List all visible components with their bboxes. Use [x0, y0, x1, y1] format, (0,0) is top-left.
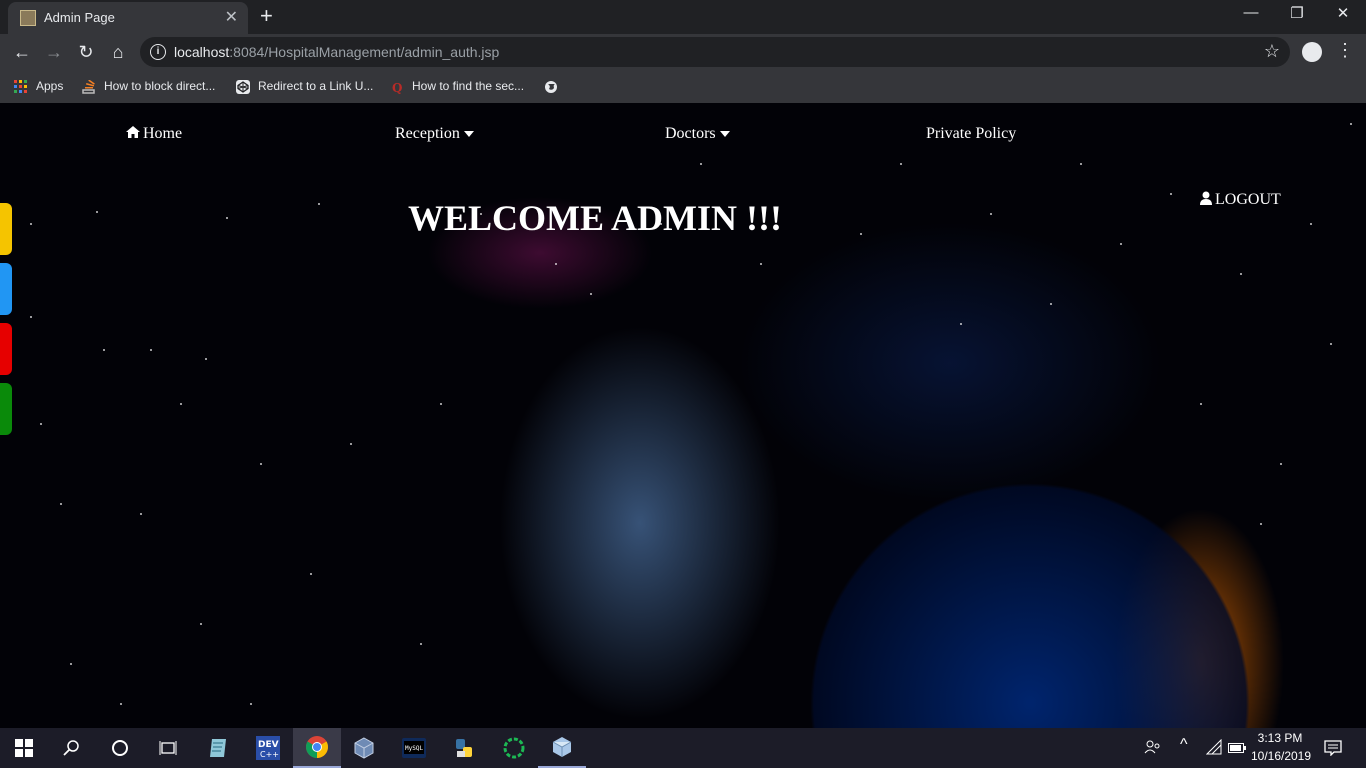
new-tab-button[interactable]: + — [260, 4, 273, 28]
svg-text:Q: Q — [392, 81, 402, 94]
stackoverflow-icon — [82, 79, 95, 94]
notification-center-icon[interactable] — [1324, 740, 1342, 761]
bookmark-redirect-link[interactable]: Redirect to a Link U... — [236, 77, 373, 95]
address-bar[interactable]: i localhost:8084/HospitalManagement/admi… — [140, 37, 1290, 67]
clock-date[interactable]: 10/16/2019 — [1250, 749, 1312, 763]
page-favicon-icon — [20, 10, 36, 26]
tab-close-icon[interactable]: ✕ — [225, 7, 238, 27]
url-host: localhost — [174, 44, 230, 60]
browser-tab[interactable]: Admin Page ✕ — [8, 2, 248, 34]
nav-reception-label: Reception — [395, 125, 460, 142]
windows-taskbar: DEV C++ MySQL ^ 3:13 PM 10/16/2019 — [0, 728, 1366, 768]
home-icon — [126, 126, 140, 139]
globe-icon — [545, 80, 557, 93]
home-button-icon[interactable]: ⌂ — [106, 40, 130, 64]
side-tab-blue[interactable] — [0, 263, 12, 315]
url-path: :8084/HospitalManagement/admin_auth.jsp — [229, 44, 500, 60]
tab-strip: Admin Page ✕ + — ❐ ✕ — [0, 0, 1366, 34]
wifi-icon[interactable] — [1205, 738, 1222, 760]
bookmark-globe[interactable] — [544, 77, 566, 95]
restore-button[interactable]: ❐ — [1274, 4, 1320, 22]
taskbar-virtualbox[interactable] — [340, 728, 388, 768]
nav-reception[interactable]: Reception — [395, 125, 474, 143]
cortana-button[interactable] — [96, 728, 144, 768]
close-window-button[interactable]: ✕ — [1320, 4, 1366, 22]
svg-text:DEV: DEV — [258, 740, 279, 750]
bookmark-label: Redirect to a Link U... — [258, 79, 374, 93]
chevron-up-icon[interactable]: ^ — [1180, 736, 1188, 754]
nav-home[interactable]: Home — [126, 125, 182, 143]
search-icon — [63, 740, 79, 756]
bookmark-apps[interactable]: Apps — [14, 77, 63, 95]
bookmarks-bar: Apps How to block direct... Redirect to … — [0, 70, 1366, 104]
bookmark-star-icon[interactable]: ☆ — [1264, 41, 1280, 62]
codepen-icon — [236, 79, 250, 94]
taskbar-chrome[interactable] — [293, 728, 341, 768]
task-view-icon — [159, 741, 177, 755]
taskbar-cube-app[interactable] — [538, 728, 586, 768]
minimize-button[interactable]: — — [1228, 4, 1274, 21]
profile-avatar-icon[interactable] — [1302, 42, 1322, 62]
python-icon — [456, 739, 472, 757]
side-tab-red[interactable] — [0, 323, 12, 375]
virtualbox-icon — [354, 737, 374, 759]
cortana-icon — [112, 740, 128, 756]
side-tab-yellow[interactable] — [0, 203, 12, 255]
tab-title: Admin Page — [44, 10, 115, 25]
chevron-down-icon — [463, 131, 474, 138]
browser-chrome: Admin Page ✕ + — ❐ ✕ ← → ↻ ⌂ i localhost… — [0, 0, 1366, 104]
nav-policy-label: Private Policy — [926, 125, 1017, 142]
battery-icon[interactable] — [1228, 741, 1246, 759]
reload-icon[interactable]: ↻ — [74, 40, 98, 64]
page-body: Home Reception Doctors Private Policy WE… — [0, 103, 1366, 728]
start-icon — [15, 739, 33, 757]
bookmark-label: How to find the sec... — [412, 79, 525, 93]
quora-icon: Q — [392, 81, 402, 94]
taskbar-python[interactable] — [440, 728, 488, 768]
site-info-icon[interactable]: i — [150, 44, 166, 60]
url-text: localhost:8084/HospitalManagement/admin_… — [174, 44, 499, 60]
cube-icon — [552, 737, 572, 757]
clock-time[interactable]: 3:13 PM — [1252, 731, 1308, 745]
nav-home-label: Home — [143, 125, 183, 142]
people-icon[interactable] — [1144, 738, 1162, 761]
start-button[interactable] — [0, 728, 48, 768]
spinner-icon — [503, 737, 525, 759]
bookmark-label: Apps — [36, 79, 64, 93]
terminal-icon: MySQL — [402, 738, 426, 758]
nav-doctors-label: Doctors — [665, 125, 716, 142]
logout-link[interactable]: LOGOUT — [1200, 191, 1281, 209]
dev-cpp-icon: DEVC++ — [256, 736, 280, 760]
notepad-icon — [210, 739, 226, 757]
welcome-heading: WELCOME ADMIN !!! — [408, 198, 782, 238]
taskbar-devcpp[interactable]: DEV C++ — [244, 728, 292, 768]
svg-text:C++: C++ — [260, 750, 279, 759]
svg-text:MySQL: MySQL — [405, 745, 423, 752]
back-arrow-icon[interactable]: ← — [10, 40, 34, 64]
browser-menu-icon[interactable]: ⋮ — [1336, 40, 1354, 61]
chevron-down-icon — [719, 131, 730, 138]
taskbar-notepad[interactable] — [194, 728, 242, 768]
bookmark-find-sec[interactable]: Q How to find the sec... — [390, 77, 524, 95]
chrome-icon — [306, 736, 328, 758]
user-icon — [1200, 191, 1212, 206]
apps-grid-icon — [14, 79, 27, 93]
browser-toolbar: ← → ↻ ⌂ i localhost:8084/HospitalManagem… — [0, 34, 1366, 70]
bookmark-block-direct[interactable]: How to block direct... — [82, 77, 215, 95]
logout-label: LOGOUT — [1215, 191, 1281, 208]
nav-private-policy[interactable]: Private Policy — [926, 125, 1016, 143]
bookmark-label: How to block direct... — [104, 79, 216, 93]
nav-doctors[interactable]: Doctors — [665, 125, 730, 143]
taskbar-spinner-app[interactable] — [490, 728, 538, 768]
side-tab-green[interactable] — [0, 383, 12, 435]
taskbar-terminal[interactable]: MySQL — [390, 728, 438, 768]
forward-arrow-icon[interactable]: → — [42, 40, 66, 64]
taskbar-search[interactable] — [48, 728, 96, 768]
task-view-button[interactable] — [144, 728, 192, 768]
